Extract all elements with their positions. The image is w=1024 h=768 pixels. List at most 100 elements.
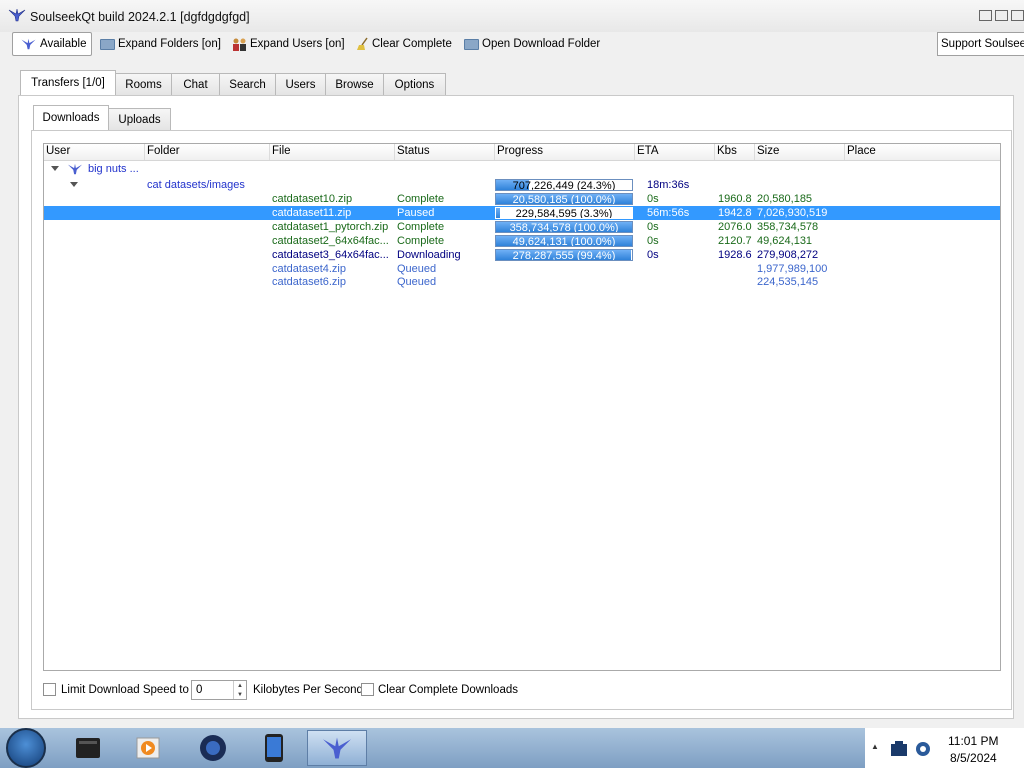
soulseek-bird-icon: [8, 8, 26, 22]
file-progress-bar: 358,734,578 (100.0%): [495, 221, 633, 233]
column-header-kbs[interactable]: Kbs: [715, 144, 755, 160]
browser-icon: [200, 735, 226, 761]
taskbar: ▲: [0, 728, 1024, 768]
taskbar-browser[interactable]: [183, 730, 243, 766]
file-size: 49,624,131: [757, 235, 813, 247]
expand-arrow-icon[interactable]: [51, 166, 59, 171]
limit-speed-checkbox[interactable]: [43, 683, 56, 696]
column-header-size[interactable]: Size: [755, 144, 845, 160]
tab-users[interactable]: Users: [275, 73, 326, 95]
file-size: 279,908,272: [757, 249, 819, 261]
file-row[interactable]: catdataset3_64x64fac... Downloading 278,28…: [44, 248, 1000, 262]
file-name: catdataset3_64x64fac...: [272, 249, 389, 261]
taskbar-terminal[interactable]: [58, 730, 118, 766]
tab-chat[interactable]: Chat: [171, 73, 220, 95]
taskbar-soulseek[interactable]: [307, 730, 367, 766]
file-kbs: 1928.6: [718, 249, 752, 261]
expand-users-label: Expand Users [on]: [250, 38, 345, 50]
speed-unit-label: Kilobytes Per Second: [253, 684, 363, 696]
file-kbs: 2120.7: [718, 235, 752, 247]
taskbar-device[interactable]: [244, 730, 304, 766]
broom-icon: [357, 37, 368, 50]
tab-uploads[interactable]: Uploads: [108, 108, 171, 130]
tab-rooms[interactable]: Rooms: [115, 73, 172, 95]
progress-text: 358,734,578 (100.0%): [509, 222, 619, 233]
terminal-icon: [76, 738, 100, 758]
file-status: Downloading: [397, 249, 461, 261]
tab-search[interactable]: Search: [219, 73, 276, 95]
expand-arrow-icon[interactable]: [70, 182, 78, 187]
file-row[interactable]: catdataset2_64x64fac... Complete 49,624,13…: [44, 234, 1000, 248]
start-button[interactable]: [6, 728, 46, 768]
clock-date[interactable]: 8/5/2024: [950, 751, 997, 765]
expand-folders-button[interactable]: Expand Folders [on]: [100, 32, 221, 56]
tab-browse[interactable]: Browse: [325, 73, 384, 95]
spin-up-icon[interactable]: ▲: [237, 683, 243, 689]
column-header-progress[interactable]: Progress: [495, 144, 635, 160]
tray-icons[interactable]: [887, 734, 937, 762]
tray-expand-icon[interactable]: ▲: [871, 742, 879, 751]
progress-text: 707,226,449 (24.3%): [512, 180, 616, 191]
available-button[interactable]: Available: [12, 32, 92, 56]
file-size: 20,580,185: [757, 193, 813, 205]
progress-text: 229,584,595 (3.3%): [515, 208, 613, 219]
speed-spinbox[interactable]: 0 ▲ ▼: [191, 680, 247, 700]
file-eta: 56m:56s: [647, 207, 690, 219]
file-eta: 0s: [647, 235, 659, 247]
spin-down-icon[interactable]: ▼: [237, 692, 243, 698]
folder-icon: [464, 38, 479, 50]
users-icon: [233, 38, 246, 51]
file-row[interactable]: catdataset6.zip Queued 224,535,145: [44, 275, 1000, 289]
file-eta: 0s: [647, 221, 659, 233]
available-label: Available: [40, 38, 87, 50]
expand-folders-label: Expand Folders [on]: [118, 38, 221, 50]
column-header-file[interactable]: File: [270, 144, 395, 160]
downloads-tree[interactable]: User Folder File Status Progress ETA Kbs…: [43, 143, 1001, 671]
window-title: SoulseekQt build 2024.2.1 [dgfdgdgfgd]: [30, 10, 250, 24]
file-row[interactable]: catdataset10.zip Complete 20,580,185 (100.…: [44, 192, 1000, 206]
maximize-button[interactable]: [995, 10, 1008, 21]
main-tab-bar: Transfers [1/0] Rooms Chat Search Users …: [20, 70, 446, 95]
clear-complete-button[interactable]: Clear Complete: [356, 32, 452, 56]
open-download-folder-label: Open Download Folder: [482, 38, 601, 50]
support-soulseek-button[interactable]: Support Soulseek: [937, 32, 1024, 56]
file-status: Complete: [397, 221, 445, 233]
file-eta: 0s: [647, 193, 659, 205]
user-bird-icon: [68, 163, 82, 175]
column-header-user[interactable]: User: [44, 144, 145, 160]
folder-progress-bar: 707,226,449 (24.3%): [495, 179, 633, 191]
system-tray: ▲: [865, 728, 1024, 768]
file-row[interactable]: catdataset4.zip Queued 1,977,989,100: [44, 262, 1000, 276]
folder-name: cat datasets/images: [147, 179, 245, 191]
column-header-place[interactable]: Place: [845, 144, 1000, 160]
close-button[interactable]: [1011, 10, 1024, 21]
column-header-status[interactable]: Status: [395, 144, 495, 160]
toolbar: Available Expand Folders [on] Expand Use…: [0, 32, 1024, 58]
file-size: 224,535,145: [757, 276, 819, 288]
clear-complete-downloads-checkbox[interactable]: [361, 683, 374, 696]
file-kbs: 1942.8: [718, 207, 752, 219]
column-header-folder[interactable]: Folder: [145, 144, 270, 160]
file-status: Complete: [397, 193, 445, 205]
file-status: Queued: [397, 262, 437, 275]
taskbar-media-player[interactable]: [118, 730, 178, 766]
tab-options[interactable]: Options: [383, 73, 446, 95]
clock-time[interactable]: 11:01 PM: [948, 734, 998, 748]
user-row[interactable]: big nuts ...: [44, 162, 1000, 176]
progress-text: 49,624,131 (100.0%): [512, 236, 616, 247]
tab-downloads[interactable]: Downloads: [33, 105, 109, 130]
file-row[interactable]: catdataset1_pytorch.zip Complete 358,734,5…: [44, 220, 1000, 234]
expand-users-button[interactable]: Expand Users [on]: [232, 32, 345, 56]
column-header-eta[interactable]: ETA: [635, 144, 715, 160]
open-download-folder-button[interactable]: Open Download Folder: [464, 32, 600, 56]
tree-header: User Folder File Status Progress ETA Kbs…: [44, 144, 1000, 161]
transfer-sub-tab-bar: Downloads Uploads: [33, 105, 171, 130]
window-controls: [979, 10, 1024, 21]
tab-transfers[interactable]: Transfers [1/0]: [20, 70, 116, 95]
soulseek-bird-icon: [323, 737, 351, 759]
file-row[interactable]: catdataset11.zip Paused 229,584,595 (3.3%)…: [44, 206, 1000, 220]
minimize-button[interactable]: [979, 10, 992, 21]
spin-arrows[interactable]: ▲ ▼: [233, 681, 246, 699]
media-player-icon: [136, 737, 160, 759]
folder-row[interactable]: cat datasets/images 707,226,449 (24.3%) …: [44, 178, 1000, 192]
